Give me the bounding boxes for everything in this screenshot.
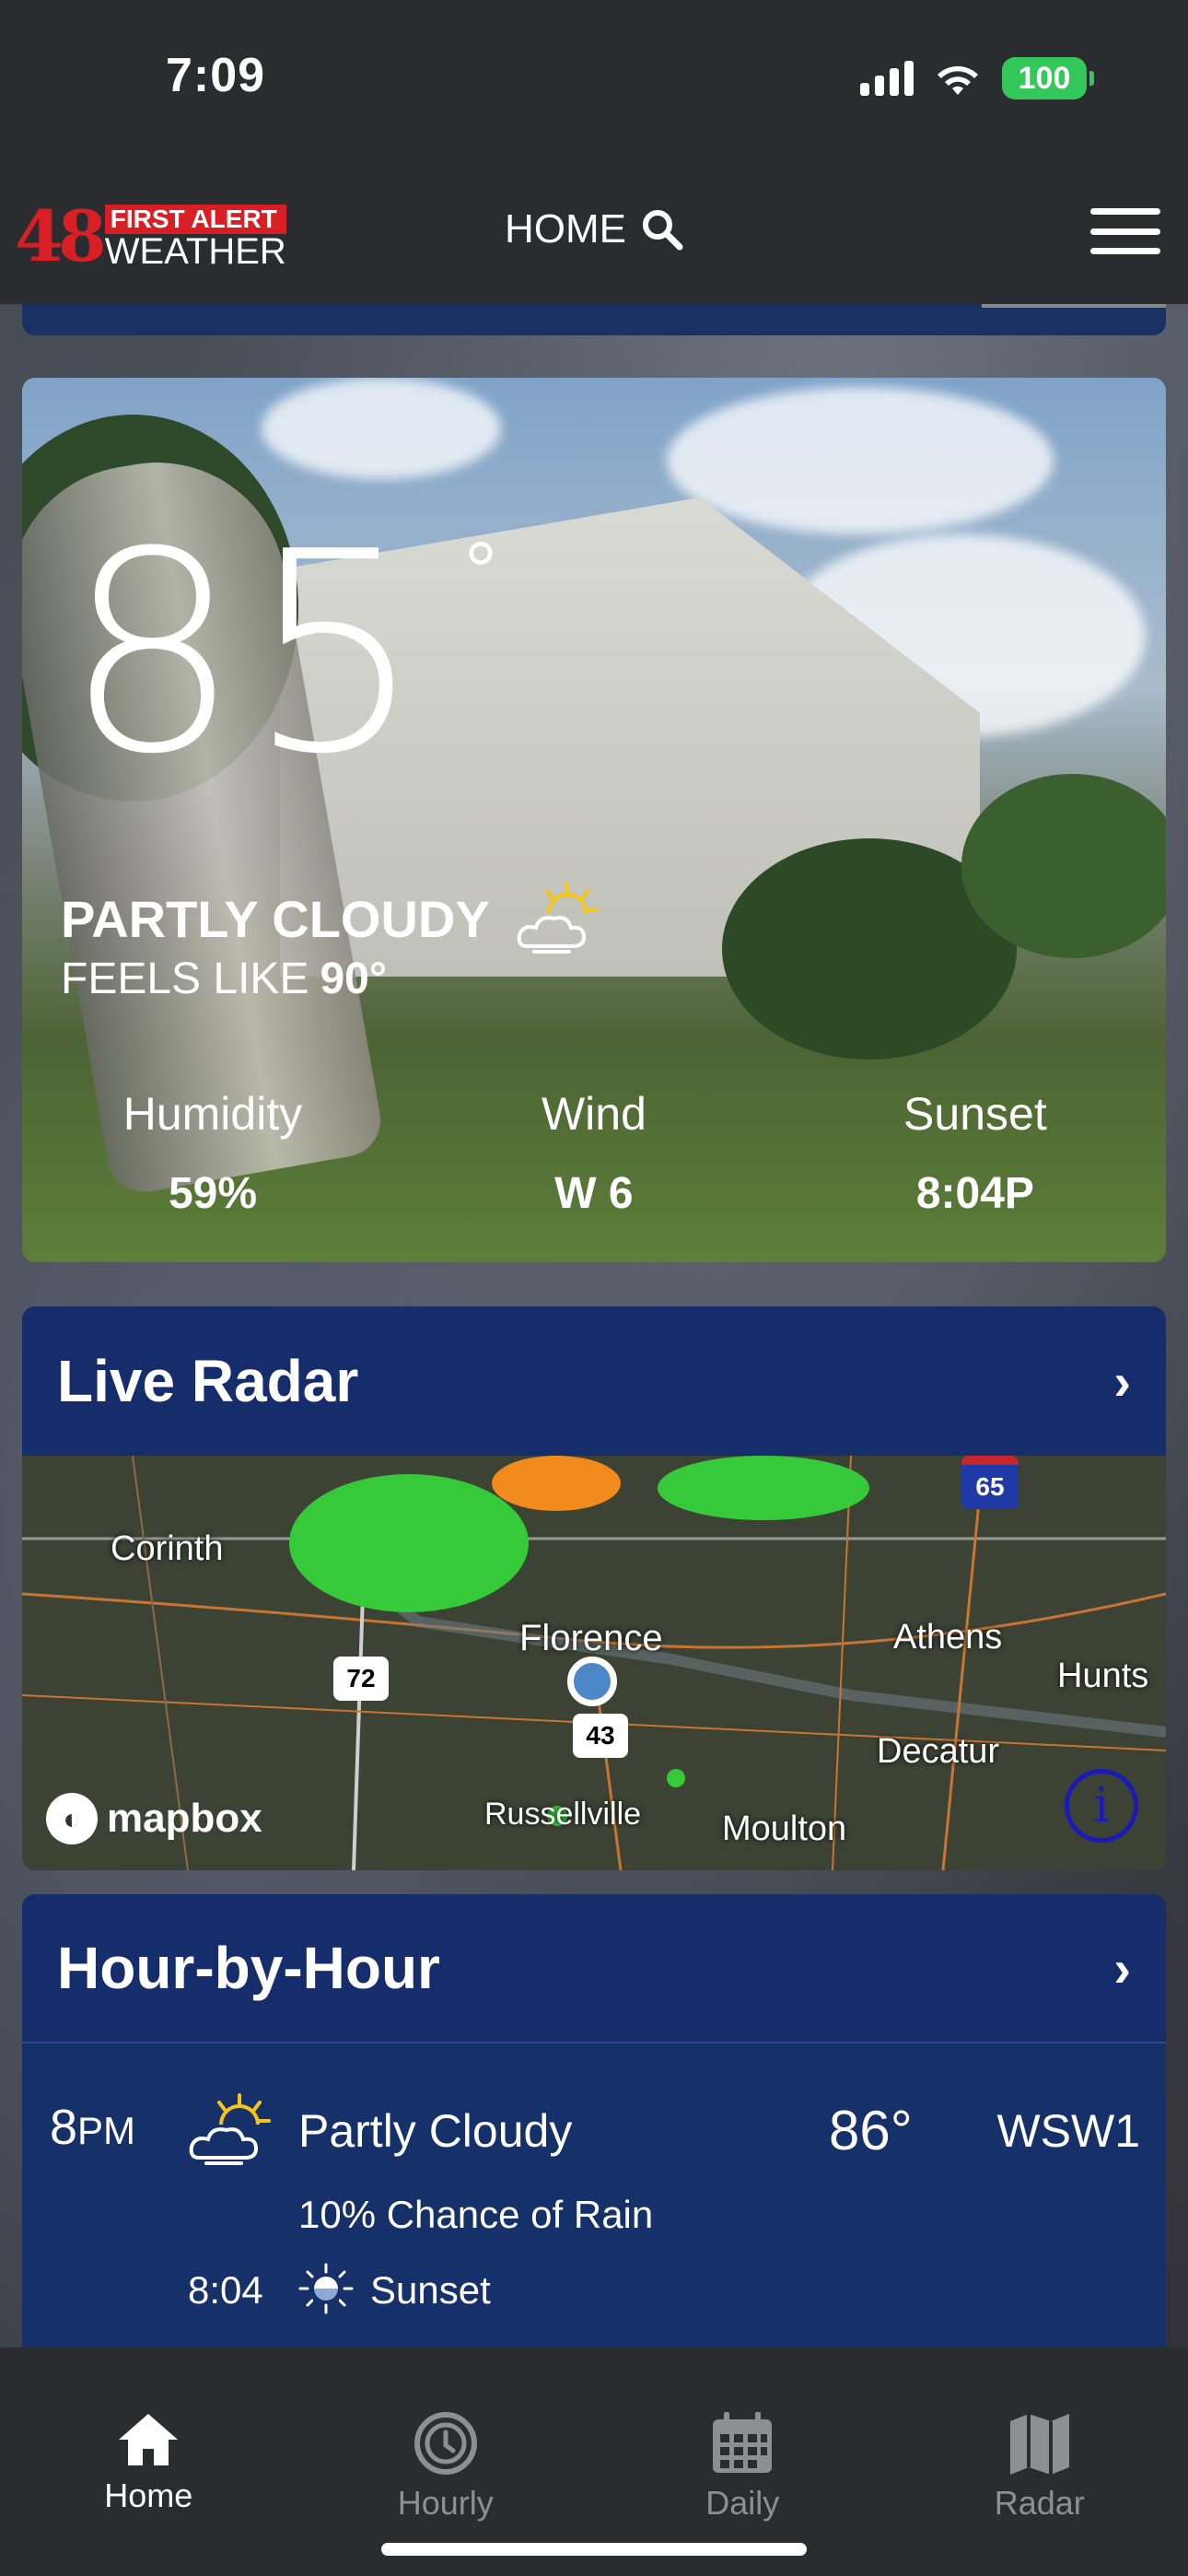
tab-label: Daily [705,2484,780,2522]
sunset-time: 8:04 [188,2268,263,2312]
highway-shield: 43 [573,1714,628,1758]
location-search-button[interactable]: HOME [505,206,683,252]
header-title: HOME [505,206,626,252]
sunset-label: Sunset [370,2268,491,2312]
info-icon[interactable]: i [1065,1769,1138,1843]
radar-storm-cell [492,1456,621,1511]
hour-temperature: 86° [829,2100,913,2161]
stat-value: 59% [168,1169,258,1218]
logo-weather: WEATHER [104,231,286,272]
status-time: 7:09 [166,49,266,102]
hour-condition: Partly Cloudy [298,2105,573,2157]
tab-label: Radar [994,2484,1085,2522]
current-location-marker [567,1657,617,1706]
map-place-label: Corinth [111,1529,224,1568]
tab-radar[interactable]: Radar [891,2348,1188,2576]
map-place-label: Decatur [877,1732,1000,1771]
interstate-shield: 65 [961,1456,1019,1509]
hour-by-hour-title: Hour-by-Hour [57,1935,440,2001]
feels-like-label: FEELS LIKE [61,954,309,1003]
chevron-right-icon: › [1113,1938,1131,1997]
hour-wind: WSW1 [996,2105,1140,2157]
radar-storm-cell [667,1769,685,1787]
condition-row: PARTLY CLOUDY [61,880,602,957]
tab-label: Hourly [397,2484,494,2522]
search-icon [643,210,683,251]
calendar-icon [713,2412,773,2473]
map-place-label: Hunts [1057,1657,1149,1695]
radar-map[interactable]: Corinth Florence Athens Hunts Decatur Ru… [22,1456,1166,1870]
sunset-stat: Sunset 8:04P [785,1087,1166,1219]
stat-value: 8:04P [915,1169,1034,1218]
feels-like: FEELS LIKE 90° [61,954,387,1004]
stat-label: Sunset [903,1088,1047,1140]
tab-label: Home [104,2476,193,2514]
tab-home[interactable]: Home [0,2348,297,2576]
conditions-stats: Humidity 59% Wind W 6 Sunset 8:04P [22,1087,1166,1219]
mapbox-text: mapbox [107,1796,262,1841]
bottom-tab-bar: Home Hourly Daily Radar [0,2348,1188,2576]
map-place-label: Russellville [484,1797,642,1832]
mapbox-logo-icon: ◐ [46,1793,98,1844]
mapbox-attribution[interactable]: ◐ mapbox [46,1793,262,1844]
wifi-icon [938,65,978,95]
live-radar-header[interactable]: Live Radar › [22,1306,1166,1456]
map-icon [1009,2414,1069,2475]
status-icons: 100 [860,57,1094,100]
hourly-row[interactable]: 8PM Partly Cloudy 86° WSW1 10% Chance of… [22,2043,1166,2375]
chevron-right-icon: › [1113,1352,1131,1411]
live-radar-card[interactable]: Live Radar › Corinth Florence Athens Hun… [22,1306,1166,1870]
logo-number: 48 [15,195,107,277]
battery-indicator: 100 [1002,57,1094,100]
partly-cloudy-icon [189,2093,271,2165]
condition-text: PARTLY CLOUDY [61,889,490,948]
radar-storm-cell [658,1456,869,1520]
temperature-degree: ° [464,526,497,618]
clock-icon [413,2412,477,2475]
top-banner-edge [22,304,1166,335]
map-place-label: Athens [893,1618,1003,1657]
tab-hourly[interactable]: Hourly [297,2348,595,2576]
stat-label: Humidity [122,1088,303,1140]
cloud-decoration [262,378,501,479]
hour-time: 8PM [50,2100,136,2155]
logo-first-alert: FIRST ALERT [104,205,286,234]
stat-label: Wind [541,1088,646,1140]
current-conditions-card[interactable]: 85 ° PARTLY CLOUDY FEELS LIKE 90° Humidit… [22,378,1166,1262]
wind-stat: Wind W 6 [403,1087,785,1219]
hour-rain-chance: 10% Chance of Rain [298,2193,654,2236]
map-place-label: Florence [519,1618,663,1658]
feels-like-value: 90° [320,954,388,1003]
cloud-decoration [667,387,1054,534]
live-radar-title: Live Radar [57,1348,359,1414]
map-place-label: Moulton [722,1809,847,1848]
hamburger-menu-icon[interactable] [1090,208,1160,254]
partly-cloudy-icon [517,882,599,954]
hour-by-hour-header[interactable]: Hour-by-Hour › [22,1894,1166,2043]
cellular-signal-icon [860,61,914,96]
radar-storm-cell [289,1474,529,1612]
sunset-icon [298,2263,354,2314]
highway-shield: 72 [333,1657,389,1701]
tab-daily[interactable]: Daily [594,2348,891,2576]
humidity-stat: Humidity 59% [22,1087,403,1219]
home-indicator[interactable] [381,2543,807,2556]
current-temperature: 85 [64,493,431,814]
status-bar: 7:09 100 [0,0,1188,157]
station-logo[interactable]: 48 FIRST ALERT WEATHER [15,195,286,277]
app-header: 48 FIRST ALERT WEATHER HOME [0,157,1188,304]
stat-value: W 6 [554,1169,634,1218]
home-icon [119,2414,179,2465]
